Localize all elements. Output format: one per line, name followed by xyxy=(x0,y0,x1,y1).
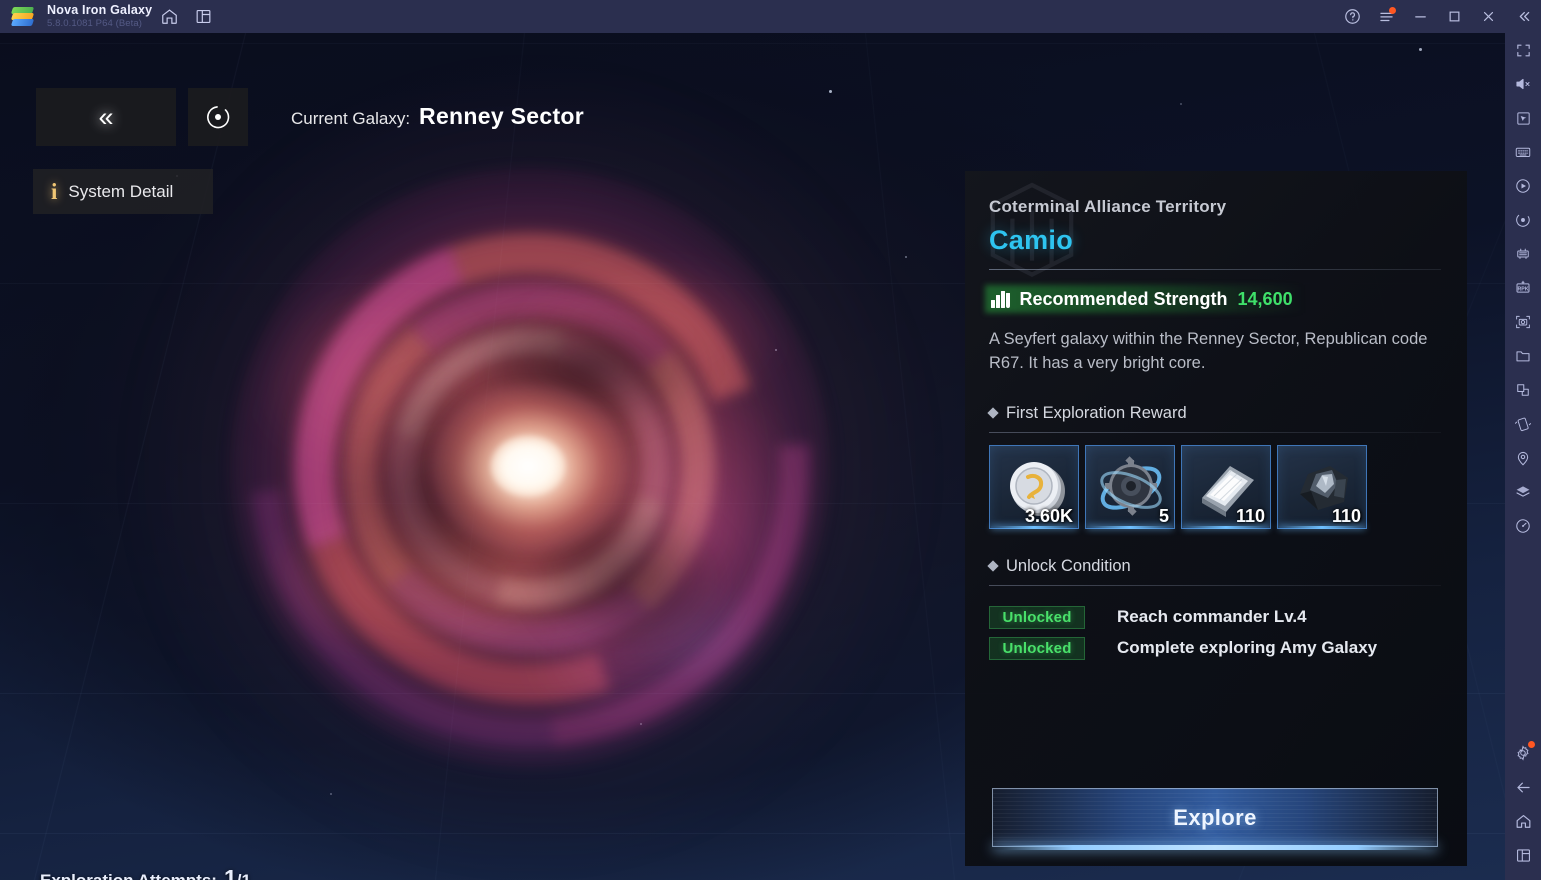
app-name: Nova Iron Galaxy xyxy=(47,2,153,17)
home-icon[interactable] xyxy=(152,0,186,33)
android-home-icon[interactable] xyxy=(1505,804,1541,838)
info-icon: i xyxy=(51,179,58,204)
unlock-section-divider xyxy=(989,584,1441,586)
minimize-icon[interactable] xyxy=(1403,0,1437,33)
system-detail-label: System Detail xyxy=(68,181,174,201)
current-galaxy-label: Current Galaxy: xyxy=(291,109,411,128)
svg-text:RPK: RPK xyxy=(1517,286,1528,292)
reward-qty: 3.60K xyxy=(1024,505,1073,526)
emulator-sidebar: RPK xyxy=(1505,33,1541,880)
status-badge: Unlocked xyxy=(989,636,1085,660)
multi-instance-icon[interactable] xyxy=(186,0,220,33)
reward-qty: 110 xyxy=(1235,505,1265,526)
system-detail-button[interactable]: i System Detail xyxy=(33,169,213,214)
reward-qty: 5 xyxy=(1158,505,1169,526)
strength-bars-icon xyxy=(991,290,1010,308)
unlock-condition-row: Unlocked Complete exploring Amy Galaxy xyxy=(989,636,1441,660)
exploration-attempts-current: 1 xyxy=(223,865,237,880)
exploration-attempts: Exploration Attempts: 1 /1 xyxy=(40,865,251,880)
panel-divider xyxy=(989,269,1441,270)
app-identity: Nova Iron Galaxy 5.8.0.1081 P64 (Beta) xyxy=(47,2,153,30)
unlock-section-title: Unlock Condition xyxy=(1006,556,1131,575)
settings-icon[interactable] xyxy=(1505,736,1541,770)
panel-title: Camio xyxy=(989,225,1074,255)
unlock-condition-text: Reach commander Lv.4 xyxy=(1117,607,1307,627)
keymapping-icon[interactable] xyxy=(1505,101,1541,135)
performance-icon[interactable] xyxy=(1505,509,1541,543)
panel-description: A Seyfert galaxy within the Renney Secto… xyxy=(989,330,1428,373)
reward-item[interactable]: 110 xyxy=(1181,444,1271,529)
explore-button[interactable]: Explore xyxy=(992,788,1438,850)
unlock-condition-list: Unlocked Reach commander Lv.4 Unlocked C… xyxy=(989,605,1441,660)
shake-icon[interactable] xyxy=(1505,407,1541,441)
collapse-toolbar-icon[interactable] xyxy=(1505,0,1541,33)
copy-paste-icon[interactable] xyxy=(1505,373,1541,407)
recents-icon[interactable] xyxy=(1505,838,1541,872)
game-viewport[interactable]: « Current Galaxy: Renney Sector i System… xyxy=(0,33,1505,880)
panel-content: Coterminal Alliance Territory Camio Reco… xyxy=(965,171,1467,660)
exploration-attempts-max: /1 xyxy=(237,871,251,880)
reward-qty: 110 xyxy=(1331,505,1361,526)
settings-badge xyxy=(1528,741,1535,748)
diamond-bullet-icon xyxy=(987,407,999,419)
strength-value: 14,600 xyxy=(1237,288,1293,309)
explore-button-label: Explore xyxy=(1173,804,1257,830)
fullscreen-icon[interactable] xyxy=(1505,33,1541,67)
reward-item[interactable]: 110 xyxy=(1277,444,1367,529)
reward-section-title: First Exploration Reward xyxy=(1006,403,1187,422)
screenshot-icon[interactable] xyxy=(1505,305,1541,339)
back-button[interactable]: « xyxy=(36,88,176,146)
location-icon[interactable] xyxy=(1505,441,1541,475)
current-galaxy: Current Galaxy: Renney Sector xyxy=(291,103,584,130)
diamond-bullet-icon xyxy=(987,560,999,572)
maximize-icon[interactable] xyxy=(1437,0,1471,33)
rpk-icon[interactable]: RPK xyxy=(1505,271,1541,305)
help-icon[interactable] xyxy=(1335,0,1369,33)
close-icon[interactable] xyxy=(1471,0,1505,33)
eco-mode-icon[interactable] xyxy=(1505,203,1541,237)
panel-subtitle: Coterminal Alliance Territory xyxy=(989,197,1227,216)
app-version: 5.8.0.1081 P64 (Beta) xyxy=(47,18,143,30)
reward-section-divider xyxy=(989,431,1441,433)
reward-item[interactable]: 3.60K xyxy=(989,444,1079,529)
explore-button-underline xyxy=(993,845,1437,850)
emulator-title-bar: Nova Iron Galaxy 5.8.0.1081 P64 (Beta) xyxy=(0,0,1541,33)
recommended-strength: Recommended Strength 14,600 xyxy=(989,284,1441,314)
galaxy-render xyxy=(120,58,940,878)
multi-instance-sync-icon[interactable] xyxy=(1505,237,1541,271)
unlock-condition-text: Complete exploring Amy Galaxy xyxy=(1117,638,1378,658)
reward-section-header: First Exploration Reward xyxy=(987,403,1441,423)
strength-label: Recommended Strength xyxy=(1019,288,1228,309)
unlock-section-header: Unlock Condition xyxy=(987,556,1441,576)
back-icon[interactable] xyxy=(1505,770,1541,804)
current-galaxy-value: Renney Sector xyxy=(419,103,585,129)
app-root: Nova Iron Galaxy 5.8.0.1081 P64 (Beta) «… xyxy=(0,0,1541,880)
reward-item[interactable]: 5 xyxy=(1085,444,1175,529)
unlock-condition-row: Unlocked Reach commander Lv.4 xyxy=(989,605,1441,629)
macro-recorder-icon[interactable] xyxy=(1505,169,1541,203)
status-badge: Unlocked xyxy=(989,605,1085,629)
media-folder-icon[interactable] xyxy=(1505,339,1541,373)
galaxy-info-panel: Coterminal Alliance Territory Camio Reco… xyxy=(965,171,1467,866)
locate-target-icon[interactable] xyxy=(188,88,248,146)
exploration-attempts-label: Exploration Attempts: xyxy=(40,871,217,880)
menu-icon[interactable] xyxy=(1369,0,1403,33)
mute-icon[interactable] xyxy=(1505,67,1541,101)
back-button-label: « xyxy=(98,101,114,132)
bluestacks-layers-icon xyxy=(10,4,36,30)
layers-icon[interactable] xyxy=(1505,475,1541,509)
keyboard-icon[interactable] xyxy=(1505,135,1541,169)
window-controls xyxy=(1335,0,1541,33)
reward-list: 3.60K 5 110 110 xyxy=(989,444,1441,529)
menu-badge xyxy=(1389,7,1396,14)
